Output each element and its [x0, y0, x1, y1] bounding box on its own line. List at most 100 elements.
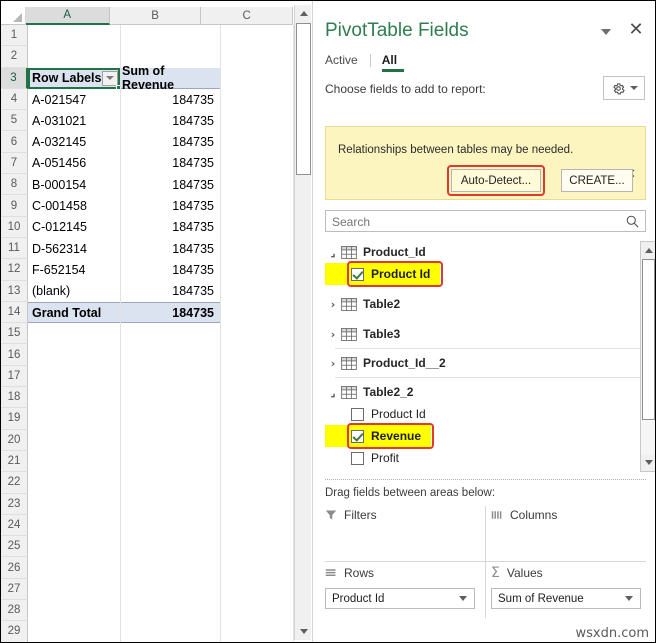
scroll-up-arrow-icon[interactable]: [295, 5, 311, 22]
table-row[interactable]: Row Labels Sum of Revenue: [28, 64, 293, 92]
cell-b[interactable]: [120, 600, 220, 621]
table-row[interactable]: [28, 579, 293, 600]
table-row[interactable]: [28, 600, 293, 621]
cell-b[interactable]: [120, 557, 220, 578]
cell-a[interactable]: [28, 536, 120, 557]
worksheet-grid[interactable]: A B C 1 2 3 4 5 6 7 8 9 10 11 12 13 14 15 16 17 18 19 20 21 2…: [1, 1, 311, 642]
row-header-25[interactable]: 25: [1, 536, 28, 558]
cell-c[interactable]: [220, 259, 293, 280]
scroll-down-arrow-icon[interactable]: [295, 623, 311, 640]
table-row[interactable]: A-032145 184735: [28, 131, 293, 152]
collapse-icon[interactable]: ⌟: [325, 386, 341, 399]
cell-b[interactable]: [120, 387, 220, 408]
cell-c[interactable]: [220, 302, 293, 323]
row-header-19[interactable]: 19: [1, 408, 28, 430]
cell-a[interactable]: Row Labels: [28, 67, 120, 89]
rows-pill-caret-icon[interactable]: [459, 596, 467, 601]
row-header-1[interactable]: 1: [1, 25, 28, 47]
row-header-9[interactable]: 9: [1, 195, 28, 217]
cell-c[interactable]: [220, 110, 293, 131]
values-area[interactable]: Σ Values Sum of Revenue: [491, 564, 646, 616]
row-header-3[interactable]: 3: [1, 67, 28, 89]
cell-a[interactable]: [28, 494, 120, 515]
row-header-17[interactable]: 17: [1, 365, 28, 388]
row-header-21[interactable]: 21: [1, 450, 28, 473]
field-checkbox[interactable]: [351, 451, 364, 465]
cell-b[interactable]: 184735: [120, 301, 220, 324]
column-header-c[interactable]: C: [201, 7, 293, 25]
field-list-scrollbar[interactable]: [640, 241, 655, 472]
field-table-table2[interactable]: › Table2: [325, 293, 646, 315]
collapse-icon[interactable]: ⌟: [325, 246, 341, 259]
cell-a[interactable]: [28, 25, 120, 46]
cell-c[interactable]: [220, 472, 293, 493]
create-relationship-button[interactable]: CREATE...: [561, 169, 633, 192]
cell-a[interactable]: D-562314: [28, 238, 120, 259]
cell-c[interactable]: [220, 344, 293, 365]
columns-area-body[interactable]: [491, 530, 646, 553]
values-area-body[interactable]: Sum of Revenue: [491, 588, 646, 611]
search-icon[interactable]: [625, 214, 640, 229]
cell-a[interactable]: [28, 579, 120, 600]
row-header-16[interactable]: 16: [1, 344, 28, 366]
cell-c[interactable]: [220, 174, 293, 195]
row-header-22[interactable]: 22: [1, 472, 28, 494]
cell-a[interactable]: A-032145: [28, 131, 120, 152]
cell-a[interactable]: A-031021: [28, 110, 120, 131]
row-header-15[interactable]: 15: [1, 323, 28, 345]
row-header-26[interactable]: 26: [1, 557, 28, 579]
table-row[interactable]: D-562314 184735: [28, 238, 293, 259]
row-header-7[interactable]: 7: [1, 152, 28, 175]
field-search-box[interactable]: [325, 210, 646, 232]
select-all-corner[interactable]: [1, 7, 26, 25]
cell-a[interactable]: [28, 515, 120, 536]
cell-a[interactable]: [28, 430, 120, 451]
row-header-20[interactable]: 20: [1, 429, 28, 451]
cell-c[interactable]: [220, 557, 293, 578]
rows-field-pill[interactable]: Product Id: [325, 588, 475, 609]
search-input[interactable]: [330, 214, 610, 230]
cell-c[interactable]: [220, 131, 293, 152]
table-row[interactable]: F-652154 184735: [28, 259, 293, 280]
fieldlist-scroll-down-icon[interactable]: [641, 454, 655, 471]
cell-b[interactable]: [120, 451, 220, 472]
fieldlist-scroll-up-icon[interactable]: [641, 242, 655, 259]
table-row[interactable]: [28, 25, 293, 46]
cell-c[interactable]: [220, 536, 293, 557]
cell-b[interactable]: [120, 366, 220, 387]
table-row[interactable]: [28, 344, 293, 365]
field-item-revenue[interactable]: Revenue: [325, 423, 435, 449]
row-header-2[interactable]: 2: [1, 46, 28, 68]
cell-b[interactable]: 184735: [120, 281, 220, 302]
cell-b[interactable]: [120, 515, 220, 536]
cell-b[interactable]: 184735: [120, 110, 220, 131]
filters-area[interactable]: Filters: [325, 506, 480, 558]
cell-b[interactable]: 184735: [120, 259, 220, 280]
cell-c[interactable]: [220, 25, 293, 46]
field-list[interactable]: ⌟ Product_Id Product Id › Table2 › Table3 › Prod…: [325, 241, 646, 472]
cell-a[interactable]: [28, 323, 120, 344]
table-row[interactable]: [28, 536, 293, 557]
cell-b[interactable]: [120, 472, 220, 493]
cell-b[interactable]: [120, 25, 220, 46]
cell-a[interactable]: F-652154: [28, 259, 120, 280]
cell-c[interactable]: [220, 46, 293, 67]
cell-a[interactable]: (blank): [28, 281, 120, 302]
auto-detect-button[interactable]: Auto-Detect...: [451, 169, 541, 192]
table-row[interactable]: C-012145 184735: [28, 217, 293, 238]
field-table-product_id[interactable]: ⌟ Product_Id: [325, 241, 646, 263]
cell-c[interactable]: [220, 408, 293, 429]
cell-c[interactable]: [220, 621, 293, 642]
table-row[interactable]: [28, 451, 293, 472]
column-header-b[interactable]: B: [109, 7, 202, 25]
row-header-10[interactable]: 10: [1, 216, 28, 238]
filters-area-body[interactable]: [325, 530, 480, 553]
cell-b[interactable]: 184735: [120, 217, 220, 238]
cell-c[interactable]: [220, 238, 293, 259]
row-header-11[interactable]: 11: [1, 237, 28, 260]
row-header-14[interactable]: 14: [1, 301, 28, 324]
table-row[interactable]: [28, 621, 293, 642]
row-header-12[interactable]: 12: [1, 259, 28, 281]
row-header-13[interactable]: 13: [1, 280, 28, 302]
table-row[interactable]: [28, 430, 293, 451]
